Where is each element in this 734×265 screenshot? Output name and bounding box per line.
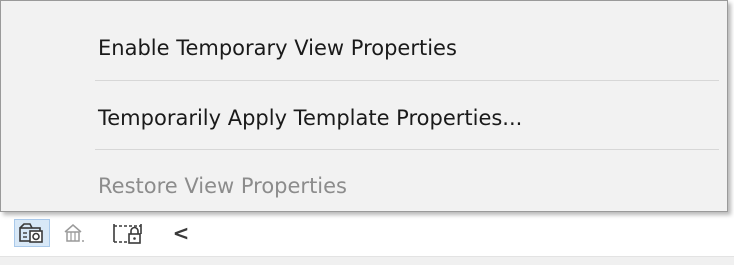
collapse-arrow-icon[interactable]: < [170, 219, 192, 247]
menu-item-label: Restore View Properties [98, 174, 347, 198]
menu-item-restore-view-properties: Restore View Properties [2, 155, 726, 217]
reveal-hidden-elements-icon[interactable] [60, 219, 94, 247]
menu-item-enable-temporary-view-properties[interactable]: Enable Temporary View Properties [2, 17, 726, 79]
collapse-arrow-glyph: < [172, 221, 190, 245]
temporary-view-properties-icon[interactable] [14, 219, 50, 247]
view-control-bar: < [0, 217, 734, 265]
menu-separator [95, 149, 719, 150]
menu-separator [95, 80, 719, 81]
statusbar-baseline [0, 256, 734, 265]
menu-item-label: Enable Temporary View Properties [98, 36, 457, 60]
crop-view-lock-icon[interactable] [110, 219, 150, 247]
menu-item-temporarily-apply-template-properties[interactable]: Temporarily Apply Template Properties... [2, 87, 726, 149]
menu-item-label: Temporarily Apply Template Properties... [98, 106, 523, 130]
viewport: < Enable Temporary View Properties Tempo… [0, 0, 734, 265]
view-properties-context-menu: Enable Temporary View Properties Tempora… [0, 0, 728, 212]
